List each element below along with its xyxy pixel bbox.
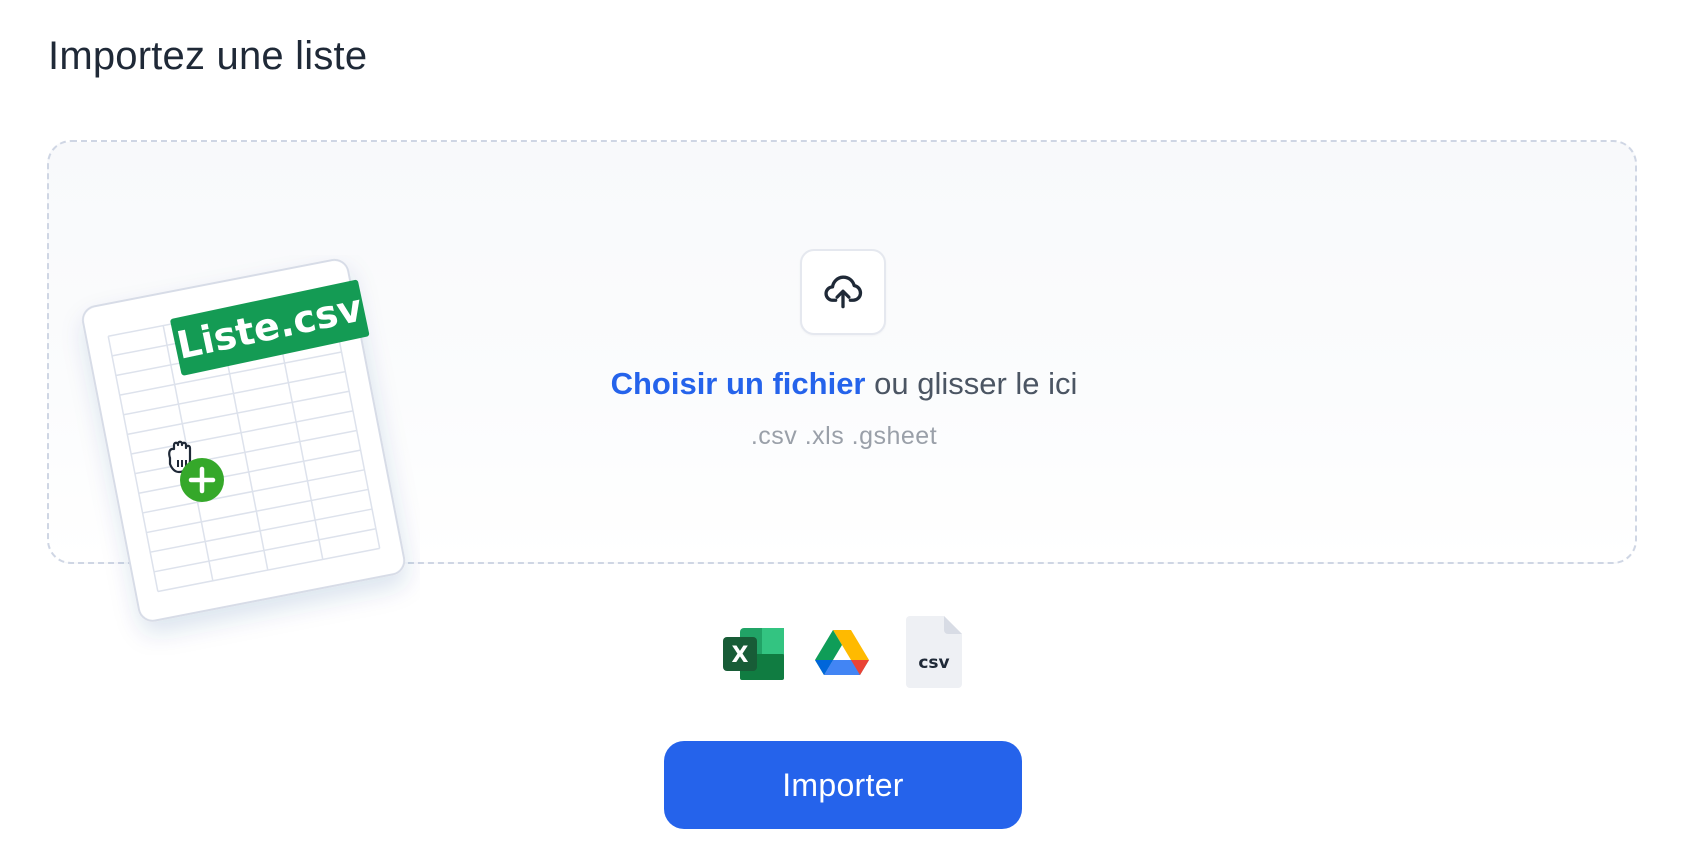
page-title: Importez une liste xyxy=(48,34,368,78)
cloud-upload-icon xyxy=(824,275,863,309)
import-button[interactable]: Importer xyxy=(664,741,1022,829)
plus-icon xyxy=(180,458,224,502)
csv-file-text: csv xyxy=(918,653,949,673)
csv-file-icon[interactable]: csv xyxy=(904,614,964,690)
google-drive-icon[interactable] xyxy=(814,628,870,678)
upload-button[interactable] xyxy=(800,249,886,335)
choose-file-link[interactable]: Choisir un fichier xyxy=(611,366,866,401)
source-icons-row: X csv xyxy=(722,612,982,692)
csv-file-illustration: Liste.csv xyxy=(81,258,406,622)
drop-hint-text: ou glisser le ici xyxy=(865,366,1078,401)
excel-icon[interactable]: X xyxy=(722,624,788,684)
excel-letter: X xyxy=(732,643,749,668)
